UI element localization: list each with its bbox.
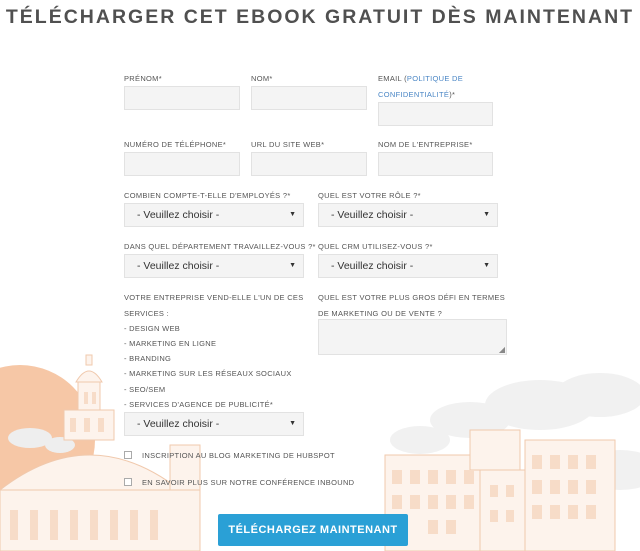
website-input[interactable] — [251, 152, 367, 176]
last-name-input[interactable] — [251, 86, 367, 110]
phone-label: NUMÉRO DE TÉLÉPHONE* — [124, 140, 227, 149]
service-item: - SEO/SEM — [124, 385, 166, 394]
dropdown-arrow-icon: ▼ — [483, 262, 490, 269]
crm-label: QUEL CRM UTILISEZ-VOUS ?* — [318, 242, 433, 251]
inbound-checkbox[interactable] — [124, 478, 132, 486]
download-button[interactable]: TÉLÉCHARGEZ MAINTENANT — [218, 514, 408, 546]
company-label: NOM DE L'ENTREPRISE* — [378, 140, 473, 149]
email-input[interactable] — [378, 102, 493, 126]
challenge-textarea[interactable]: ◢ — [318, 319, 507, 355]
dropdown-arrow-icon: ▼ — [289, 262, 296, 269]
service-item: - SERVICES D'AGENCE DE PUBLICITÉ* — [124, 400, 274, 409]
role-label: QUEL EST VOTRE RÔLE ?* — [318, 191, 421, 200]
service-item: - MARKETING SUR LES RÉSEAUX SOCIAUX — [124, 369, 292, 378]
first-name-label: PRÉNOM* — [124, 74, 162, 83]
company-input[interactable] — [378, 152, 493, 176]
website-label: URL DU SITE WEB* — [251, 140, 325, 149]
crm-select[interactable]: - Veuillez choisir - ▼ — [318, 254, 498, 278]
inbound-checkbox-label: EN SAVOIR PLUS SUR NOTRE CONFÉRENCE INBO… — [142, 478, 355, 487]
page-title: TÉLÉCHARGER CET EBOOK GRATUIT DÈS MAINTE… — [5, 6, 635, 28]
last-name-label: NOM* — [251, 74, 273, 83]
service-item: - MARKETING EN LIGNE — [124, 339, 217, 348]
dropdown-arrow-icon: ▼ — [483, 211, 490, 218]
services-question-label: VOTRE ENTREPRISE VEND-ELLE L'UN DE CES S… — [124, 293, 304, 318]
employees-label: COMBIEN COMPTE-T-ELLE D'EMPLOYÉS ?* — [124, 191, 291, 200]
resize-grip-icon[interactable]: ◢ — [499, 345, 505, 354]
phone-input[interactable] — [124, 152, 240, 176]
dropdown-arrow-icon: ▼ — [289, 420, 296, 427]
challenge-label: QUEL EST VOTRE PLUS GROS DÉFI EN TERMES … — [318, 293, 506, 318]
department-label: DANS QUEL DÉPARTEMENT TRAVAILLEZ-VOUS ?* — [124, 242, 316, 251]
first-name-input[interactable] — [124, 86, 240, 110]
email-label: EMAIL (POLITIQUE DE CONFIDENTIALITÉ)* — [378, 74, 464, 99]
role-select[interactable]: - Veuillez choisir - ▼ — [318, 203, 498, 227]
services-select[interactable]: - Veuillez choisir - ▼ — [124, 412, 304, 436]
department-select[interactable]: - Veuillez choisir - ▼ — [124, 254, 304, 278]
dropdown-arrow-icon: ▼ — [289, 211, 296, 218]
service-item: - BRANDING — [124, 354, 172, 363]
employees-select[interactable]: - Veuillez choisir - ▼ — [124, 203, 304, 227]
blog-checkbox-label: INSCRIPTION AU BLOG MARKETING DE HUBSPOT — [142, 451, 335, 460]
service-item: - DESIGN WEB — [124, 324, 181, 333]
blog-checkbox[interactable] — [124, 451, 132, 459]
